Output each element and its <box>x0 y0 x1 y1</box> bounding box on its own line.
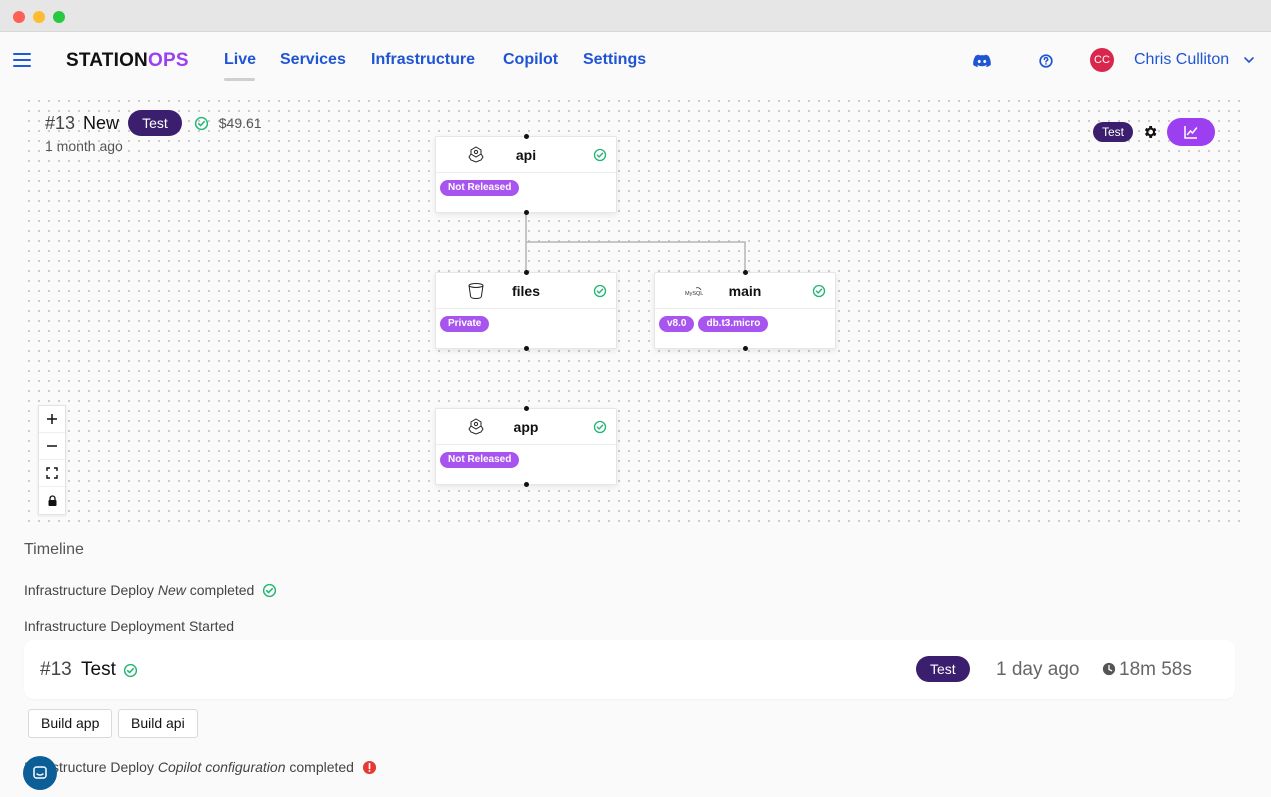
gear-icon[interactable] <box>1142 124 1158 140</box>
env-badge[interactable]: Test <box>128 110 182 136</box>
nav-settings[interactable]: Settings <box>583 51 646 69</box>
node-handle-bottom[interactable] <box>524 482 529 487</box>
version-badge: v8.0 <box>659 316 695 332</box>
zoom-out-button[interactable] <box>39 433 65 460</box>
node-header: files <box>436 273 616 309</box>
node-tags: v8.0 db.t3.micro <box>659 316 769 332</box>
node-handle-bottom[interactable] <box>524 346 529 351</box>
canvas-zoom-controls <box>38 405 66 515</box>
chat-icon <box>33 766 47 779</box>
deployment-age: 1 month ago <box>45 138 123 154</box>
avatar[interactable]: CC <box>1090 48 1114 72</box>
nav-copilot[interactable]: Copilot <box>503 51 558 69</box>
status-badge: Not Released <box>440 180 520 196</box>
node-tags: Not Released <box>440 180 520 196</box>
node-handle-top[interactable] <box>524 406 529 411</box>
window-titlebar <box>0 0 1271 32</box>
node-handle-top[interactable] <box>524 134 529 139</box>
env-badge-small[interactable]: Test <box>1093 122 1134 142</box>
nav-services[interactable]: Services <box>280 51 346 69</box>
node-tags: Private <box>440 316 490 332</box>
node-header: app <box>436 409 616 445</box>
build-api-button[interactable]: Build api <box>118 709 198 738</box>
brand-text-part2: OPS <box>147 50 189 71</box>
menu-icon[interactable] <box>13 53 31 67</box>
nav-active-indicator <box>224 78 255 81</box>
node-title: main <box>728 283 762 299</box>
check-circle-icon <box>123 663 138 678</box>
timeline-card[interactable]: #13 Test Test 1 day ago 18m 58s <box>24 640 1235 699</box>
timeline-entry-prefix: Infrastructure Deploy <box>24 582 158 598</box>
build-app-button[interactable]: Build app <box>28 709 113 738</box>
check-circle-icon <box>812 284 826 298</box>
chevron-down-icon[interactable] <box>1243 54 1255 66</box>
check-circle-icon <box>263 583 277 597</box>
check-circle-icon <box>593 148 607 162</box>
card-duration: 18m 58s <box>1119 659 1192 680</box>
timeline-entry-suffix: completed <box>185 582 255 598</box>
node-title: files <box>511 283 540 299</box>
node-main[interactable]: MySQL main v8.0 db.t3.micro <box>654 270 836 351</box>
node-tags: Not Released <box>440 452 520 468</box>
maximize-window-button[interactable] <box>53 11 65 23</box>
card-number: #13 <box>40 659 72 680</box>
deployment-number: #13 <box>45 112 76 133</box>
brand-logo[interactable]: STATIONOPS <box>66 50 189 72</box>
infrastructure-canvas[interactable] <box>24 96 1247 524</box>
zoom-in-button[interactable] <box>39 406 65 433</box>
minimize-window-button[interactable] <box>33 11 45 23</box>
timeline-entry: Infrastructure Deploy Copilot configurat… <box>24 759 377 775</box>
deployment-name: New <box>83 112 120 133</box>
minus-icon <box>47 445 57 447</box>
chat-support-button[interactable] <box>23 756 57 790</box>
nav-infrastructure[interactable]: Infrastructure <box>371 51 475 69</box>
node-header: MySQL main <box>655 273 835 309</box>
user-name[interactable]: Chris Culliton <box>1134 51 1229 69</box>
access-badge: Private <box>440 316 490 332</box>
timeline-entry-name: New <box>157 582 186 598</box>
node-handle-bottom[interactable] <box>524 210 529 215</box>
top-navbar: STATIONOPS Live Services Infrastructure … <box>0 32 1271 90</box>
help-circle-icon[interactable] <box>1036 51 1056 71</box>
node-handle-bottom[interactable] <box>743 346 748 351</box>
timeline-title: Timeline <box>24 541 84 558</box>
node-handle-top[interactable] <box>743 270 748 275</box>
plus-icon <box>47 414 57 424</box>
timeline-entry: Infrastructure Deployment Started <box>24 618 235 634</box>
metrics-button[interactable] <box>1167 118 1216 146</box>
check-circle-icon <box>593 284 607 298</box>
nav-live[interactable]: Live <box>224 51 256 69</box>
canvas-toolbar: Test <box>1093 118 1216 146</box>
clock-icon <box>1102 662 1116 676</box>
timeline-entry: Infrastructure Deploy New completed <box>24 582 277 598</box>
node-app[interactable]: app Not Released <box>435 406 617 487</box>
close-window-button[interactable] <box>13 11 25 23</box>
error-icon <box>362 760 377 774</box>
node-files[interactable]: files Private <box>435 270 617 351</box>
env-badge[interactable]: Test <box>916 656 970 682</box>
timeline-entry-name: Copilot configuration <box>157 759 286 775</box>
node-title: api <box>515 147 537 163</box>
node-handle-top[interactable] <box>524 270 529 275</box>
line-chart-icon <box>1184 126 1198 139</box>
card-name: Test <box>81 659 116 680</box>
check-circle-icon <box>194 116 208 130</box>
status-badge: Not Released <box>440 452 520 468</box>
fit-view-button[interactable] <box>39 460 65 487</box>
deployment-header: #13 New Test $49.61 <box>45 110 262 136</box>
node-title: app <box>513 419 539 435</box>
lock-button[interactable] <box>39 487 65 514</box>
lock-icon <box>48 494 56 506</box>
discord-icon[interactable] <box>972 51 992 71</box>
brand-text-part1: STATION <box>66 50 148 71</box>
check-circle-icon <box>593 420 607 434</box>
deployment-cost: $49.61 <box>218 115 262 131</box>
instance-badge: db.t3.micro <box>698 316 769 332</box>
card-timestamp: 1 day ago <box>996 659 1080 680</box>
fit-view-icon <box>46 467 58 479</box>
timeline-entry-suffix: completed <box>285 759 354 775</box>
node-header: api <box>436 137 616 173</box>
node-api[interactable]: api Not Released <box>435 134 617 215</box>
